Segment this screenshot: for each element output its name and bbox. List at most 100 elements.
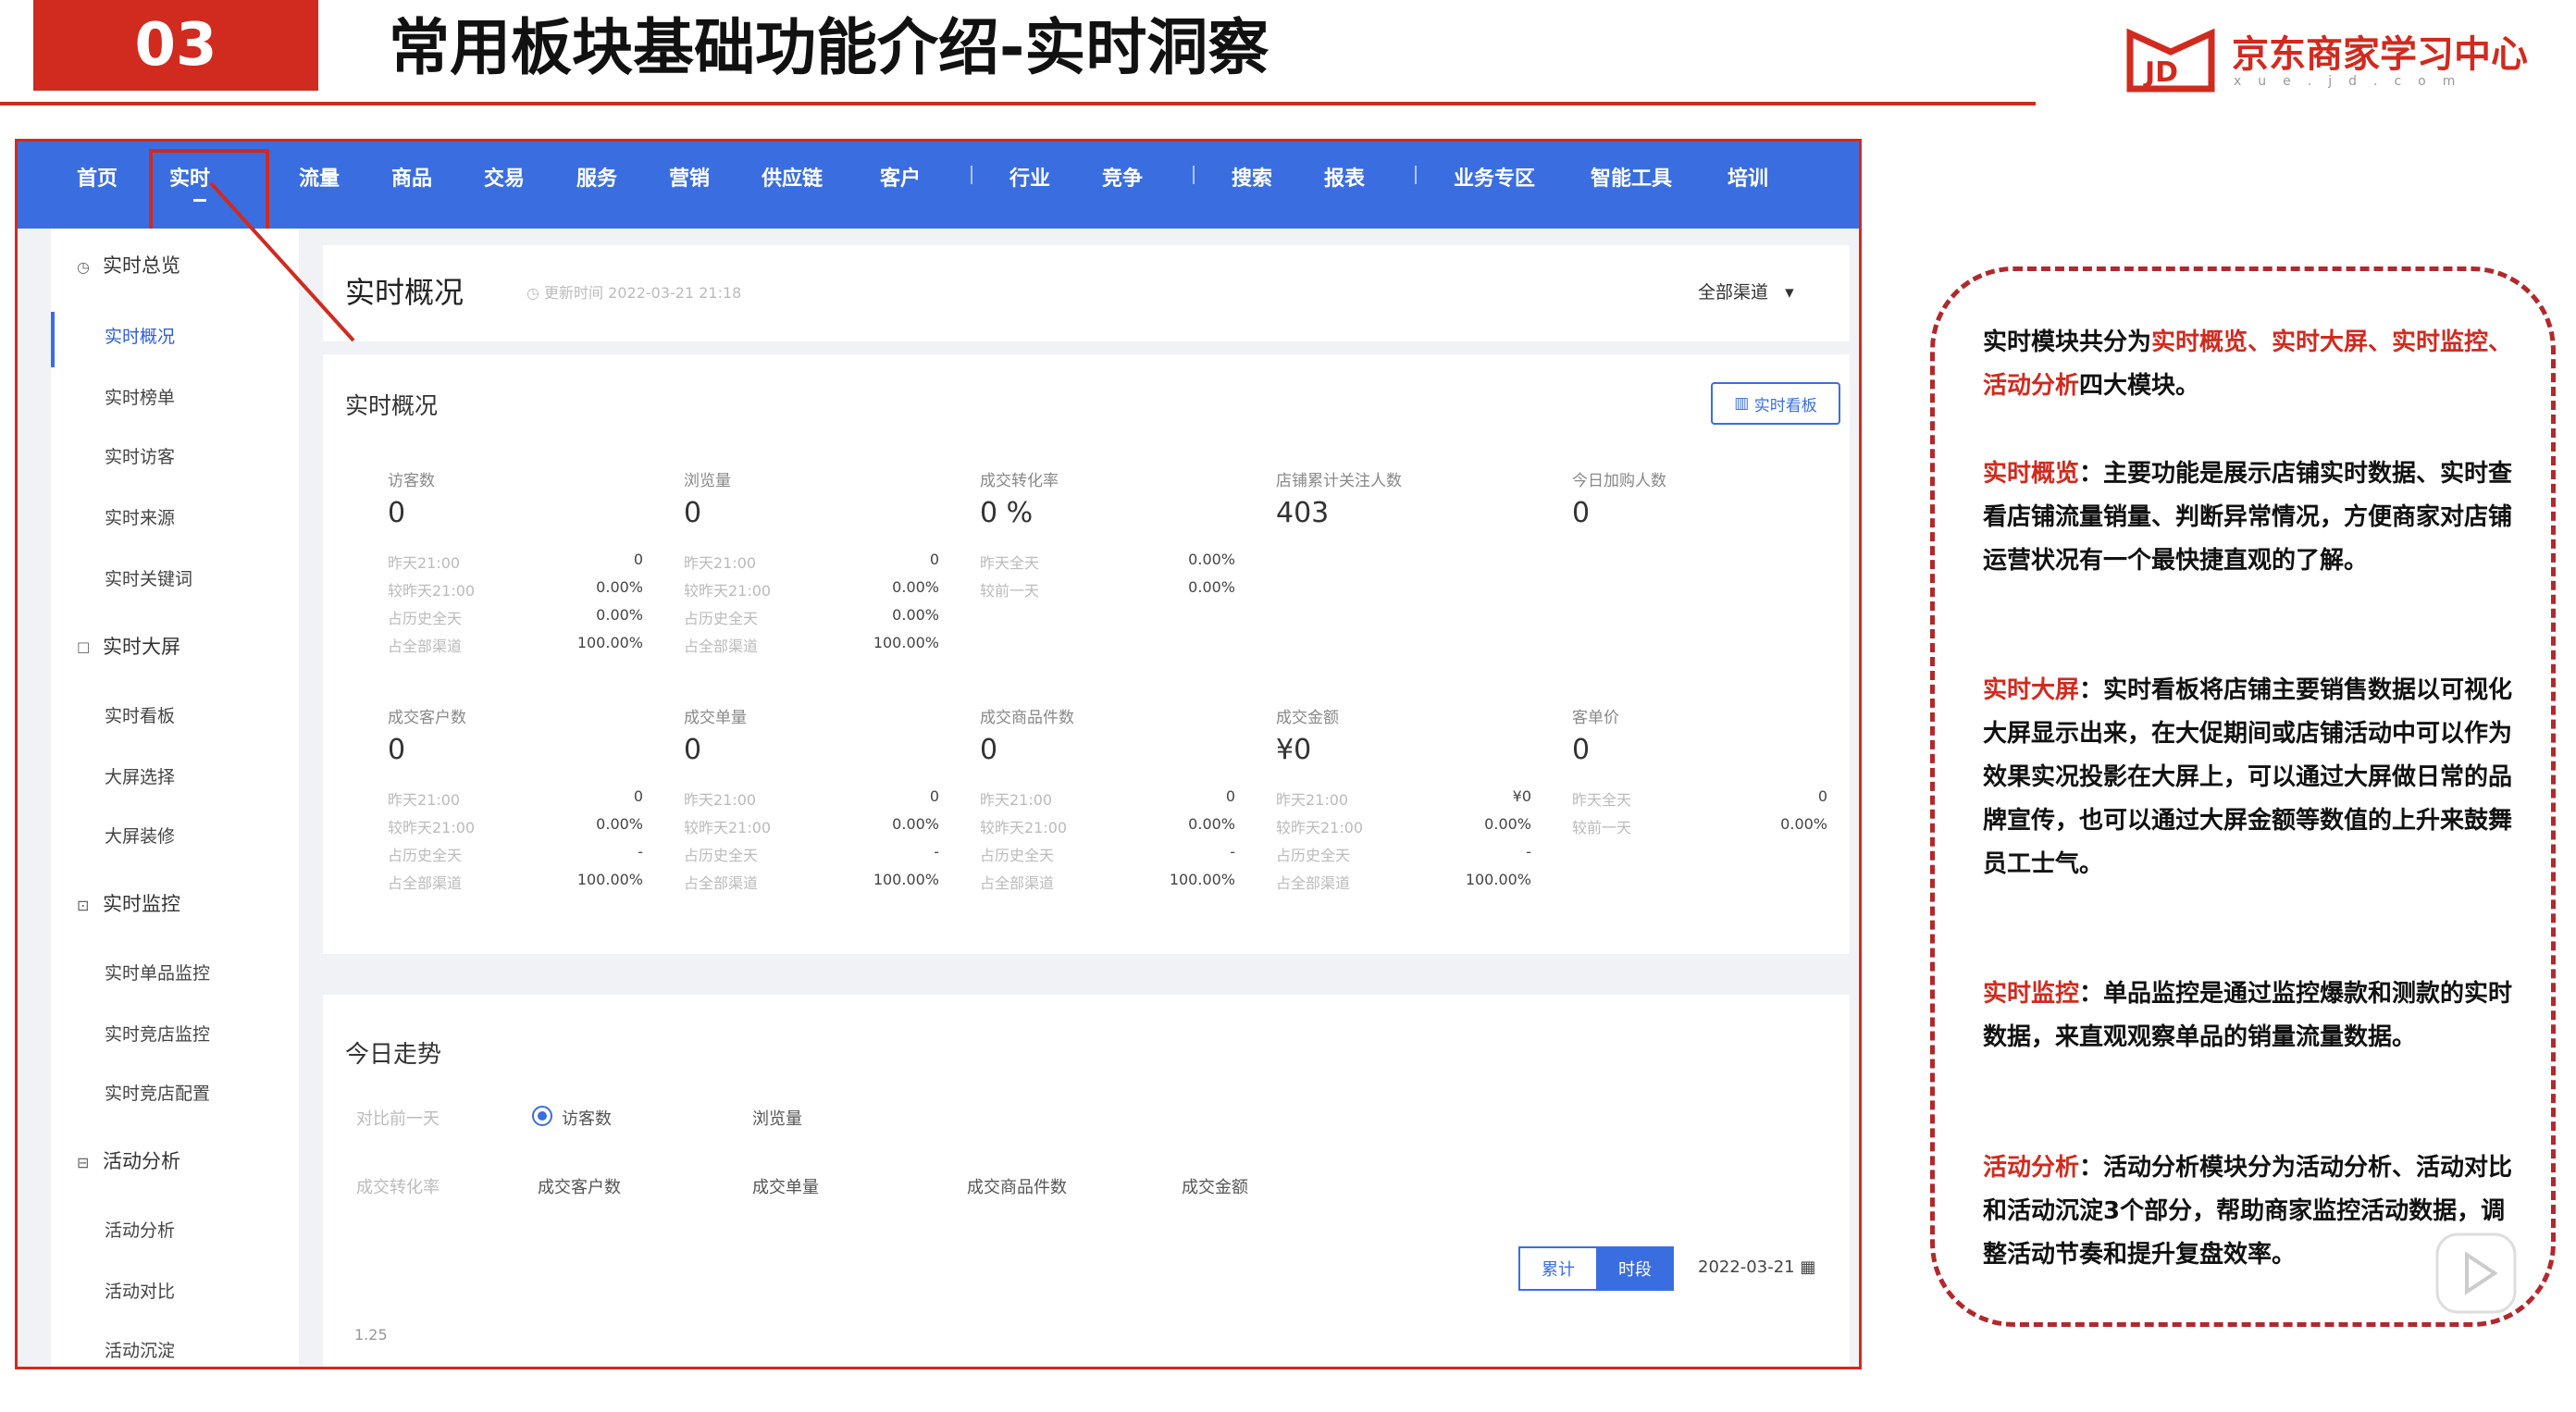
- sidebar-item-activity-archive[interactable]: 活动沉淀: [105, 1337, 175, 1362]
- sidebar-item-realtime-overview[interactable]: 实时概况: [105, 323, 175, 348]
- metric-label: 浏览量: [684, 472, 731, 490]
- nav-item-goods[interactable]: 商品: [391, 162, 432, 192]
- metric-row-label: 较昨天21:00: [980, 819, 1068, 836]
- metric-row: 占历史全天 -: [388, 843, 643, 867]
- svg-text:JD: JD: [2143, 56, 2178, 89]
- page-title: 实时概况: [345, 275, 464, 310]
- metric-row-value: 0: [633, 551, 643, 568]
- sidebar-group-monitor[interactable]: ⊡ 实时监控: [77, 889, 180, 917]
- sidebar-item-screen-select[interactable]: 大屏选择: [105, 763, 175, 788]
- nav-item-competition[interactable]: 竞争: [1102, 162, 1143, 192]
- metric-row-label: 昨天21:00: [980, 791, 1053, 809]
- sidebar-group-overview[interactable]: ◷ 实时总览: [77, 251, 180, 279]
- metric-row: 昨天21:00 0: [684, 551, 939, 575]
- metric-row-value: 0: [1817, 787, 1827, 805]
- sidebar: ◷ 实时总览 实时概况 实时榜单 实时访客 实时来源 实时关键词 ☐ 实时大屏 实时…: [51, 229, 299, 1367]
- radio-selected-icon[interactable]: [532, 1106, 552, 1126]
- chevron-down-icon: ▾: [1774, 282, 1794, 303]
- metric-row: 占历史全天 0.00%: [388, 606, 643, 630]
- sidebar-group-label: 实时总览: [103, 254, 180, 277]
- trend-option-conversion[interactable]: 成交转化率: [356, 1174, 440, 1198]
- metric-row: 占全部渠道 100.00%: [980, 871, 1235, 895]
- nav-item-traffic[interactable]: 流量: [299, 162, 340, 192]
- logo-subtext: xue.jd.com: [2234, 74, 2472, 89]
- metric-row-label: 昨天21:00: [388, 791, 461, 809]
- metric-label: 店铺累计关注人数: [1276, 472, 1402, 490]
- sidebar-item-board[interactable]: 实时看板: [105, 702, 175, 727]
- metric-row: 较昨天21:00 0.00%: [388, 578, 643, 602]
- sidebar-item-keywords[interactable]: 实时关键词: [105, 565, 192, 590]
- sidebar-item-visitors[interactable]: 实时访客: [105, 443, 175, 468]
- metric-row-label: 较前一天: [980, 582, 1040, 600]
- sidebar-group-activity[interactable]: ⊟ 活动分析: [77, 1146, 180, 1174]
- nav-item-customer[interactable]: 客户: [880, 162, 921, 192]
- metric-value: 0: [1572, 734, 1591, 766]
- metric-row: 较昨天21:00 0.00%: [1276, 815, 1531, 839]
- date-picker[interactable]: 2022-03-21 ▦: [1698, 1257, 1815, 1277]
- metric-row-label: 占全部渠道: [1276, 874, 1351, 892]
- metric-row-label: 较昨天21:00: [1276, 819, 1364, 836]
- metric-row-label: 昨天全天: [980, 554, 1040, 572]
- sidebar-item-activity-analysis[interactable]: 活动分析: [105, 1217, 175, 1242]
- nav-item-smart-tools[interactable]: 智能工具: [1591, 162, 1672, 192]
- nav-item-marketing[interactable]: 营销: [669, 162, 710, 192]
- metric-label: 客单价: [1572, 709, 1619, 727]
- metric-row-label: 昨天21:00: [684, 554, 757, 572]
- sidebar-item-product-monitor[interactable]: 实时单品监控: [105, 960, 210, 985]
- nav-separator: [1415, 166, 1417, 184]
- metric-row-value: -: [1526, 843, 1531, 861]
- metric-row-value: 100.00%: [1465, 871, 1531, 888]
- nav-item-service[interactable]: 服务: [576, 162, 617, 192]
- monitor-icon: ☐: [77, 639, 91, 657]
- metric-row-label: 占历史全天: [684, 610, 759, 627]
- metric-label: 今日加购人数: [1572, 472, 1666, 490]
- trend-option-orders[interactable]: 成交单量: [752, 1174, 819, 1198]
- realtime-board-button[interactable]: ▥ 实时看板: [1711, 382, 1840, 425]
- metric-row-value: 0.00%: [1484, 815, 1531, 833]
- sidebar-group-bigscreen[interactable]: ☐ 实时大屏: [77, 632, 180, 660]
- metric-label: 访客数: [388, 472, 435, 490]
- metric-block: 店铺累计关注人数 403: [1276, 467, 1554, 680]
- metric-row: 昨天21:00 ¥0: [1276, 787, 1531, 811]
- metric-block: 今日加购人数 0: [1572, 467, 1850, 680]
- metric-row-value: 0: [929, 787, 939, 805]
- sidebar-item-competitor-monitor[interactable]: 实时竞店监控: [105, 1021, 210, 1046]
- channel-select[interactable]: 全部渠道 ▾: [1698, 279, 1794, 303]
- metric-row-label: 占全部渠道: [388, 874, 463, 892]
- metric-row-value: 0.00%: [892, 578, 939, 596]
- play-icon[interactable]: [2430, 1227, 2522, 1319]
- period-toggle[interactable]: 时段: [1596, 1246, 1674, 1291]
- trend-option-visitors[interactable]: 访客数: [562, 1106, 612, 1130]
- metric-row-value: 0.00%: [1780, 815, 1827, 833]
- nav-item-reports[interactable]: 报表: [1324, 162, 1365, 192]
- sidebar-item-ranking[interactable]: 实时榜单: [105, 384, 175, 409]
- metric-row-value: 0.00%: [1188, 815, 1235, 833]
- trend-option-amount[interactable]: 成交金额: [1182, 1174, 1248, 1198]
- metric-row-value: 0.00%: [1188, 551, 1235, 568]
- metric-row: 昨天21:00 0: [388, 551, 643, 575]
- nav-item-supply-chain[interactable]: 供应链: [762, 162, 823, 192]
- sidebar-item-sources[interactable]: 实时来源: [105, 504, 175, 529]
- metric-row-label: 昨天21:00: [684, 791, 757, 809]
- metric-row-label: 占历史全天: [1276, 847, 1351, 864]
- sidebar-item-activity-compare[interactable]: 活动对比: [105, 1278, 175, 1303]
- cumulative-toggle[interactable]: 累计: [1518, 1246, 1596, 1291]
- overview-paragraph: 实时概览：主要功能是展示店铺实时数据、实时查看店铺流量销量、判断异常情况，方便商…: [1983, 460, 2513, 575]
- sidebar-active-indicator: [51, 312, 55, 367]
- nav-item-training[interactable]: 培训: [1728, 162, 1768, 192]
- compare-prev-day-checkbox[interactable]: 对比前一天: [356, 1106, 440, 1130]
- nav-item-industry[interactable]: 行业: [1009, 162, 1050, 192]
- sidebar-item-screen-decor[interactable]: 大屏装修: [105, 823, 175, 848]
- metric-row: 昨天全天 0.00%: [980, 551, 1235, 575]
- sidebar-item-competitor-config[interactable]: 实时竞店配置: [105, 1080, 210, 1105]
- metric-row-label: 昨天21:00: [388, 554, 461, 572]
- metric-value: 0 %: [980, 497, 1034, 529]
- trend-option-items[interactable]: 成交商品件数: [967, 1174, 1067, 1198]
- trend-option-buyers[interactable]: 成交客户数: [538, 1174, 621, 1198]
- nav-item-business-zone[interactable]: 业务专区: [1454, 162, 1535, 192]
- clock-icon: ◷: [526, 284, 545, 302]
- nav-item-search[interactable]: 搜索: [1232, 162, 1272, 192]
- trend-option-pageviews[interactable]: 浏览量: [752, 1106, 802, 1130]
- nav-item-home[interactable]: 首页: [77, 162, 118, 192]
- nav-item-trade[interactable]: 交易: [484, 162, 525, 192]
